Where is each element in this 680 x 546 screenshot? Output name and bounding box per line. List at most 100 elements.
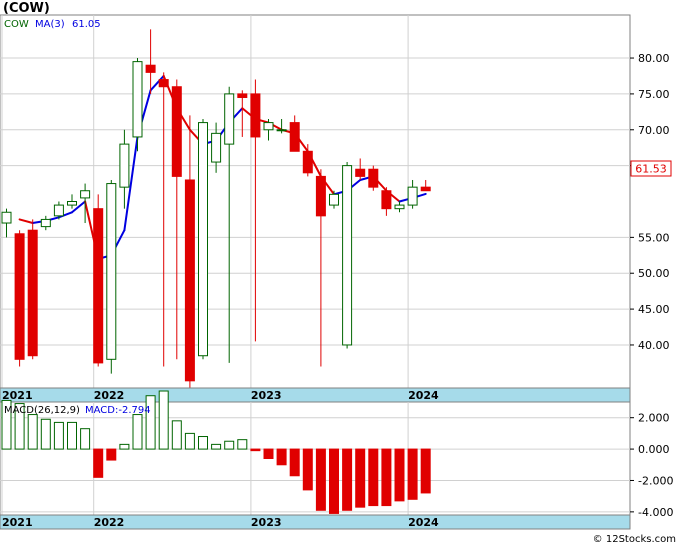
candle-down: [27, 219, 38, 360]
price-y-tick-label: 80.00: [638, 52, 670, 65]
candle-up: [198, 119, 208, 360]
candle-body: [289, 122, 300, 152]
candle-body: [368, 168, 379, 188]
macd-bar-negative: [289, 448, 300, 477]
macd-bar-negative: [302, 448, 313, 491]
macd-x-tick-label: 2021: [2, 516, 33, 529]
price-y-tick-label: 45.00: [638, 303, 670, 316]
candle-body: [250, 93, 261, 138]
candle-down: [14, 230, 25, 367]
macd-bar-negative: [355, 448, 366, 508]
macd-y-tick-label: 0.000: [638, 443, 670, 456]
candle-body: [263, 122, 274, 131]
price-y-tick-label: 55.00: [638, 231, 670, 244]
macd-bar-positive: [80, 428, 91, 450]
stock-chart: 80.0075.0070.0065.0055.0050.0045.0040.00…: [0, 1, 676, 545]
macd-bar-negative: [368, 448, 379, 507]
macd-bar-positive: [53, 421, 64, 450]
legend-ma-label: MA(3): [35, 19, 65, 30]
price-x-tick-label: 2024: [408, 389, 439, 402]
macd-bar-negative: [106, 448, 117, 461]
macd-x-tick-label: 2022: [94, 516, 125, 529]
candle-body: [420, 186, 431, 192]
macd-bar-positive: [171, 420, 182, 450]
candle-body: [67, 201, 77, 206]
macd-bar-positive: [67, 421, 77, 450]
candle-body: [1, 211, 12, 224]
candle-body: [27, 229, 38, 357]
macd-bar-positive: [119, 443, 130, 450]
macd-bar-positive: [132, 414, 143, 450]
candle-body: [315, 175, 326, 217]
macd-bar-negative: [263, 448, 274, 460]
macd-bar-negative: [250, 448, 261, 452]
candle-body: [355, 168, 366, 177]
candle-body: [276, 129, 287, 132]
macd-y-tick-label: -4.000: [638, 506, 673, 519]
macd-bar-positive: [184, 432, 195, 450]
macd-bar-positive: [211, 443, 222, 450]
candle-up: [106, 179, 117, 374]
price-y-tick-label: 40.00: [638, 339, 670, 352]
chart-title: (COW): [3, 1, 50, 16]
candle-body: [224, 93, 235, 145]
legend-ma-value: 61.05: [72, 19, 101, 30]
candle-body: [132, 61, 143, 138]
price-y-tick-label: 70.00: [638, 124, 670, 137]
macd-bar-negative: [329, 448, 339, 514]
candle-body: [93, 208, 104, 364]
macd-bar-positive: [158, 390, 169, 450]
candle-body: [302, 150, 313, 174]
macd-x-tick-label: 2023: [251, 516, 282, 529]
candle-body: [184, 179, 195, 382]
last-price-value: 61.53: [635, 163, 667, 176]
candle-body: [329, 193, 339, 206]
candle-down: [368, 165, 379, 191]
macd-bar-negative: [93, 448, 104, 478]
macd-bar-negative: [276, 448, 287, 466]
macd-bar-negative: [407, 448, 418, 500]
price-x-tick-label: 2022: [94, 389, 125, 402]
macd-legend-label: MACD(26,12,9): [4, 405, 80, 416]
candle-body: [53, 204, 64, 217]
candle-body: [119, 143, 130, 188]
candle-body: [145, 64, 156, 73]
macd-bar-positive: [27, 414, 38, 450]
candle-body: [381, 190, 392, 210]
last-price-tag: 61.53: [630, 160, 672, 177]
macd-bar-negative: [420, 448, 431, 494]
candle-body: [211, 132, 222, 163]
macd-bar-positive: [198, 436, 208, 450]
candle-body: [106, 183, 117, 360]
macd-y-tick-label: -2.000: [638, 474, 673, 487]
price-x-tick-label: 2023: [251, 389, 282, 402]
candle-up: [342, 162, 353, 349]
candle-body: [394, 204, 405, 210]
candle-body: [407, 186, 418, 206]
macd-bar-positive: [224, 440, 235, 450]
candle-up: [132, 58, 143, 152]
macd-y-tick-label: 2.000: [638, 412, 670, 425]
candle-body: [171, 86, 182, 177]
macd-legend-value: MACD:-2.794: [85, 405, 151, 416]
macd-bar-negative: [394, 448, 405, 502]
legend-symbol: COW: [4, 19, 29, 30]
macd-bar-negative: [381, 448, 392, 507]
candle-body: [40, 218, 51, 228]
price-y-axis: 80.0075.0070.0065.0055.0050.0045.0040.00: [630, 52, 670, 352]
candle-body: [342, 165, 353, 346]
candle-down: [93, 194, 104, 367]
candle-body: [198, 122, 208, 357]
candle-body: [237, 93, 248, 98]
candle-body: [14, 233, 25, 360]
price-y-tick-label: 50.00: [638, 267, 670, 280]
macd-bar-positive: [237, 439, 248, 450]
candle-body: [80, 190, 91, 199]
watermark: © 12Stocks.com: [593, 534, 676, 545]
macd-bar-negative: [342, 448, 353, 511]
macd-bar-positive: [40, 418, 51, 450]
macd-bar-negative: [315, 448, 326, 511]
macd-x-tick-label: 2024: [408, 516, 439, 529]
price-y-tick-label: 75.00: [638, 88, 670, 101]
candle-body: [158, 79, 169, 88]
